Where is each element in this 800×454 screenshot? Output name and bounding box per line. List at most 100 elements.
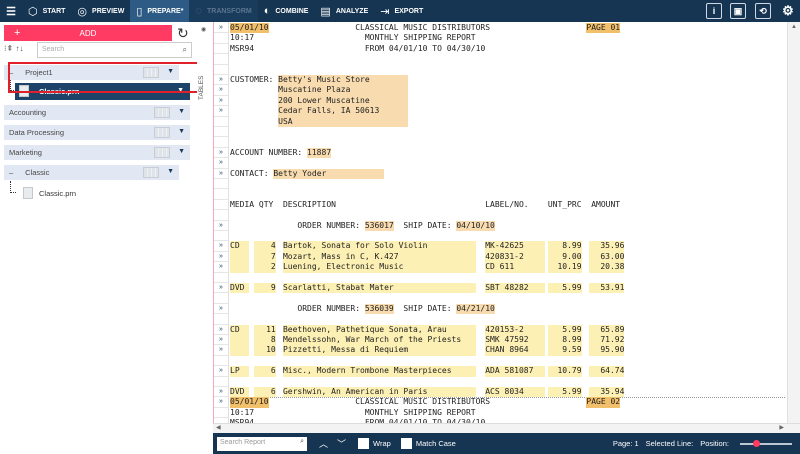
item-price: 5.99	[547, 283, 582, 294]
scroll-up-icon[interactable]: ▲	[791, 24, 797, 30]
chevron-down-icon[interactable]: ▼	[167, 168, 174, 175]
tab-analyze[interactable]: ▤ ANALYZE	[314, 0, 374, 22]
tab-combine[interactable]: ◐ COMBINE	[258, 0, 315, 22]
group-classic[interactable]: – Classic ▼	[4, 165, 179, 180]
cycle-icon: ◌	[195, 5, 202, 17]
group-data-processing[interactable]: Data Processing ▼	[4, 125, 190, 140]
item-media: CD	[230, 324, 250, 335]
gutter-cell[interactable]	[214, 293, 228, 304]
refresh-icon[interactable]: ↻	[177, 25, 189, 42]
add-button[interactable]: + ADD	[4, 25, 172, 41]
gutter-cell[interactable]	[214, 408, 228, 419]
expand-line-icon[interactable]: »	[214, 252, 228, 263]
file-item-classic-prn[interactable]: Classic.prn	[19, 185, 76, 201]
expand-line-icon[interactable]: »	[214, 96, 228, 107]
item-label: 420831-2	[485, 251, 546, 263]
gutter-cell[interactable]	[214, 54, 228, 65]
gutter-cell[interactable]	[214, 356, 228, 367]
expand-line-icon[interactable]: »	[214, 241, 228, 252]
wrap-label: Wrap	[373, 439, 391, 448]
search-report-input[interactable]: Search Report ⌕	[217, 436, 307, 451]
gutter-cell[interactable]	[214, 377, 228, 387]
gutter-cell[interactable]	[214, 65, 228, 75]
scroll-left-icon[interactable]: ◀	[216, 424, 221, 431]
expand-line-icon[interactable]: »	[214, 158, 228, 169]
tab-preview[interactable]: ◎ PREVIEW	[71, 0, 130, 22]
hamburger-menu-icon[interactable]: ☰	[0, 0, 22, 22]
gutter-cell[interactable]	[214, 273, 228, 283]
gutter-cell[interactable]	[214, 210, 228, 221]
expand-line-icon[interactable]: »	[214, 335, 228, 346]
sort-icons[interactable]: ⁝⇞ ↑↓	[4, 44, 23, 53]
report-content[interactable]: 05/01/10 CLASSICAL MUSIC DISTRIBUTORS PAGE…	[230, 22, 785, 423]
item-description: Misc., Modern Trombone Masterpieces	[282, 366, 476, 377]
window-icon[interactable]: ▣	[730, 3, 746, 19]
expand-line-icon[interactable]: »	[214, 221, 228, 231]
table-icon	[154, 147, 170, 158]
gutter-cell[interactable]	[214, 33, 228, 44]
tab-start[interactable]: ⬡ START	[22, 0, 71, 22]
slider-knob[interactable]	[752, 439, 760, 447]
item-qty: 11	[254, 324, 276, 335]
gutter-cell[interactable]	[214, 117, 228, 127]
chevron-down-icon[interactable]: ▼	[178, 148, 185, 155]
expand-line-icon[interactable]: »	[214, 106, 228, 117]
tables-panel-toggle[interactable]: ◉ TABLES	[197, 22, 213, 454]
eye-icon: ◎	[77, 5, 88, 18]
chevron-down-icon[interactable]: ▼	[178, 128, 185, 135]
gear-icon[interactable]: ⚙	[780, 3, 796, 19]
horizontal-scrollbar[interactable]: ◀ ▶	[213, 423, 800, 433]
expand-line-icon[interactable]: »	[214, 325, 228, 335]
expand-line-icon[interactable]: »	[214, 387, 228, 398]
gutter-cell[interactable]	[214, 44, 228, 55]
scroll-right-icon[interactable]: ▶	[779, 424, 784, 431]
report-viewer: »»»»»»»»»»»»»»»»»»»» 05/01/10 CLASSICAL M…	[213, 22, 800, 423]
expand-line-icon[interactable]: »	[214, 75, 228, 86]
item-label: CHAN 8964	[485, 345, 546, 356]
gutter-cell[interactable]	[214, 179, 228, 190]
gutter-cell[interactable]	[214, 231, 228, 242]
match-case-checkbox[interactable]	[400, 438, 412, 449]
book-icon[interactable]: ⟲	[755, 3, 771, 19]
previous-match-icon[interactable]: ︿	[319, 437, 328, 450]
gutter-cell[interactable]	[214, 137, 228, 148]
expand-line-icon[interactable]: »	[214, 23, 228, 34]
gutter-cell[interactable]	[214, 127, 228, 138]
gutter-cell[interactable]	[214, 314, 228, 325]
search-report-placeholder: Search Report	[220, 438, 266, 446]
expand-line-icon[interactable]: »	[214, 85, 228, 96]
export-icon: ⇥	[380, 5, 390, 18]
chevron-down-icon[interactable]: ▼	[178, 108, 185, 115]
search-input[interactable]: Search ⌕	[37, 42, 192, 58]
customer-line: Muscatine Plaza	[278, 85, 409, 96]
expand-line-icon[interactable]: »	[214, 345, 228, 356]
next-match-icon[interactable]: ﹀	[337, 437, 346, 450]
pin-icon[interactable]: ◉	[201, 26, 206, 33]
vertical-scrollbar[interactable]: ▲	[787, 22, 800, 423]
item-label: CD 611	[485, 262, 546, 273]
expand-line-icon[interactable]: »	[214, 262, 228, 273]
expand-line-icon[interactable]: »	[214, 397, 228, 408]
group-marketing[interactable]: Marketing ▼	[4, 145, 190, 160]
clipboard-icon: ▤	[320, 5, 331, 18]
expand-line-icon[interactable]: »	[214, 304, 228, 315]
tab-export[interactable]: ⇥ EXPORT	[374, 0, 429, 22]
expand-line-icon[interactable]: »	[214, 283, 228, 294]
table-icon	[154, 127, 170, 138]
add-label: ADD	[79, 28, 97, 38]
expand-line-icon[interactable]: »	[214, 169, 228, 179]
tab-prepare[interactable]: ▯ PREPARE*	[130, 0, 190, 22]
info-icon[interactable]: i	[706, 3, 722, 19]
search-placeholder: Search	[42, 46, 65, 53]
table-icon	[154, 107, 170, 118]
position-slider[interactable]	[740, 439, 792, 447]
item-price: 9.00	[547, 251, 582, 263]
gutter-cell[interactable]	[214, 200, 228, 211]
item-qty: 6	[254, 387, 276, 398]
group-accounting[interactable]: Accounting ▼	[4, 105, 190, 120]
gutter-cell[interactable]	[214, 189, 228, 200]
expand-line-icon[interactable]: »	[214, 366, 228, 377]
expand-line-icon[interactable]: »	[214, 148, 228, 159]
group-label: Marketing	[9, 148, 42, 157]
wrap-checkbox[interactable]	[358, 438, 370, 449]
